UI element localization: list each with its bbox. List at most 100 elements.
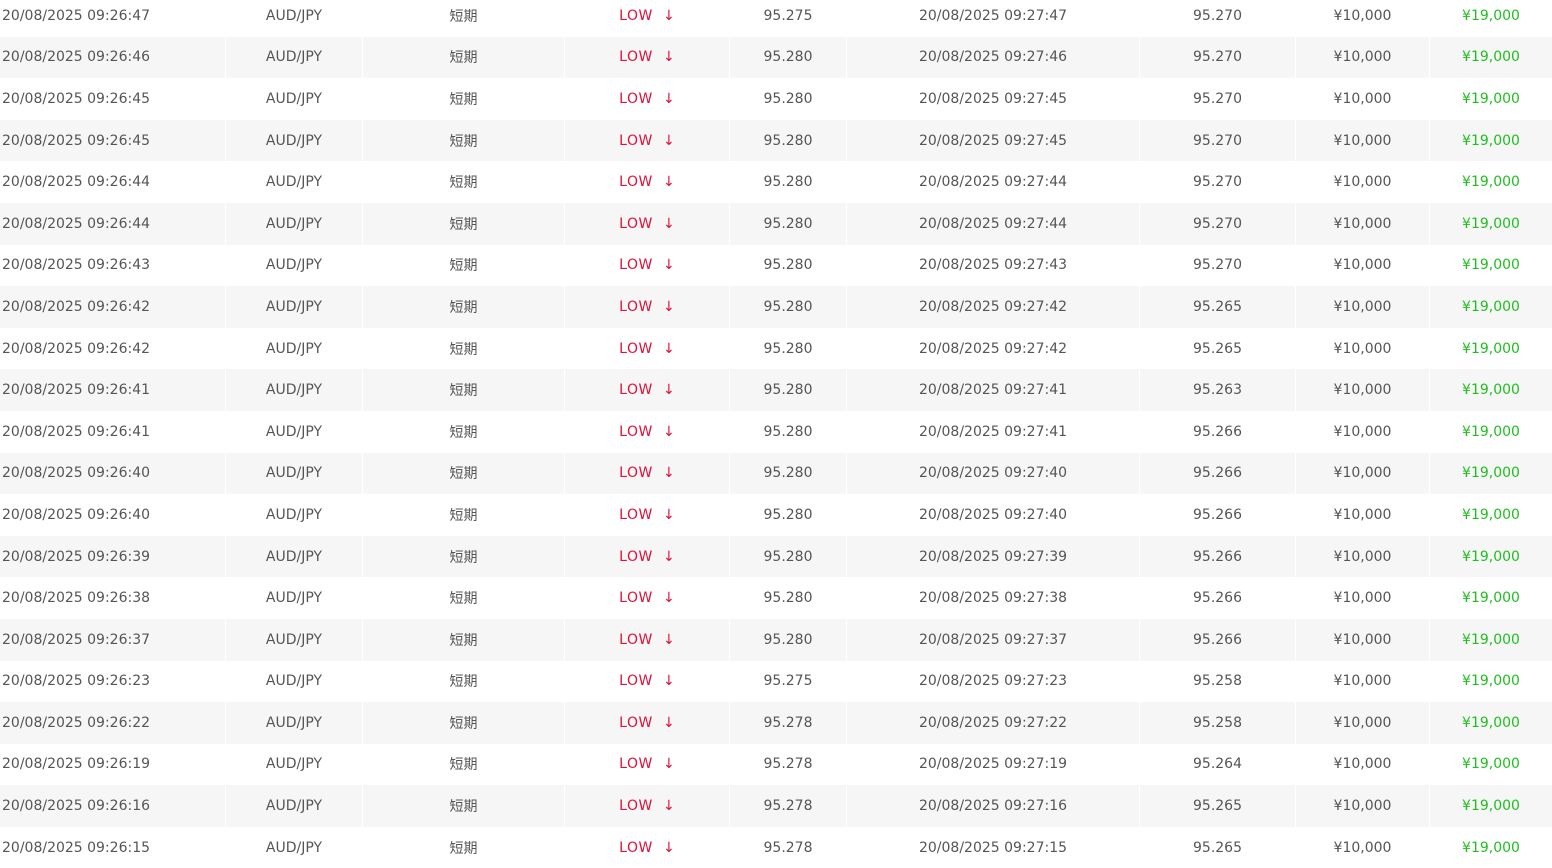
- open-time: 20/08/2025 09:26:23: [2, 673, 151, 690]
- open-time: 20/08/2025 09:26:46: [2, 49, 151, 66]
- close-time-cell: 20/08/2025 09:27:43: [847, 244, 1140, 287]
- currency-pair-cell: AUD/JPY: [226, 78, 363, 120]
- payout-amount: ¥19,000: [1462, 714, 1520, 731]
- close-time: 20/08/2025 09:27:44: [918, 215, 1068, 232]
- close-time: 20/08/2025 09:27:22: [918, 714, 1068, 731]
- arrow-down-icon: ↓: [662, 298, 675, 315]
- arrow-down-icon: ↓: [662, 673, 675, 690]
- trade-amount: ¥10,000: [1333, 714, 1392, 731]
- trade-amount: ¥10,000: [1333, 257, 1392, 274]
- direction-label: LOW: [619, 298, 653, 315]
- trade-amount: ¥10,000: [1333, 673, 1392, 690]
- close-price-cell: 95.258: [1140, 702, 1296, 744]
- currency-pair: AUD/JPY: [265, 673, 323, 690]
- currency-pair-cell: AUD/JPY: [226, 286, 363, 328]
- table-row: 20/08/2025 09:26:19 AUD/JPY 短期 LOW ↓ 95.…: [0, 743, 1552, 786]
- close-time: 20/08/2025 09:27:39: [918, 548, 1068, 565]
- close-time: 20/08/2025 09:27:42: [918, 298, 1068, 315]
- open-time-cell: 20/08/2025 09:26:47: [0, 0, 226, 37]
- close-time: 20/08/2025 09:27:37: [918, 631, 1068, 648]
- currency-pair-cell: AUD/JPY: [226, 119, 363, 162]
- close-price: 95.266: [1193, 465, 1242, 482]
- direction-cell: LOW ↓: [565, 577, 730, 619]
- payout-cell: ¥19,000: [1430, 619, 1552, 661]
- payout-amount: ¥19,000: [1462, 174, 1520, 191]
- close-price-cell: 95.266: [1140, 452, 1296, 495]
- trade-type-cell: 短期: [363, 202, 565, 245]
- open-time-cell: 20/08/2025 09:26:42: [0, 286, 226, 328]
- direction-label: LOW: [619, 382, 653, 399]
- direction-cell: LOW ↓: [565, 452, 730, 495]
- open-price: 95.280: [763, 423, 813, 440]
- payout-cell: ¥19,000: [1430, 536, 1552, 578]
- currency-pair-cell: AUD/JPY: [226, 494, 363, 536]
- direction-cell: LOW ↓: [565, 785, 730, 827]
- direction-label: LOW: [619, 839, 653, 856]
- open-time: 20/08/2025 09:26:44: [2, 174, 151, 191]
- trade-type: 短期: [449, 216, 478, 233]
- arrow-down-icon: ↓: [662, 756, 675, 773]
- table-row: 20/08/2025 09:26:45 AUD/JPY 短期 LOW ↓ 95.…: [0, 119, 1552, 162]
- open-time-cell: 20/08/2025 09:26:38: [0, 577, 226, 619]
- trade-amount: ¥10,000: [1333, 631, 1392, 648]
- open-price: 95.278: [763, 798, 813, 815]
- currency-pair-cell: AUD/JPY: [226, 660, 363, 703]
- open-time-cell: 20/08/2025 09:26:40: [0, 452, 226, 495]
- close-time-cell: 20/08/2025 09:27:47: [847, 0, 1140, 37]
- trade-amount: ¥10,000: [1333, 49, 1392, 66]
- close-price: 95.266: [1193, 631, 1242, 648]
- payout-amount: ¥19,000: [1462, 132, 1520, 149]
- open-price-cell: 95.280: [730, 161, 847, 203]
- close-time-cell: 20/08/2025 09:27:41: [847, 369, 1140, 411]
- open-time: 20/08/2025 09:26:47: [2, 7, 151, 24]
- open-time-cell: 20/08/2025 09:26:16: [0, 785, 226, 827]
- currency-pair: AUD/JPY: [265, 49, 323, 66]
- trade-type-cell: 短期: [363, 161, 565, 203]
- close-price-cell: 95.265: [1140, 327, 1296, 370]
- currency-pair-cell: AUD/JPY: [226, 785, 363, 827]
- currency-pair: AUD/JPY: [265, 132, 323, 149]
- trade-type-cell: 短期: [363, 494, 565, 536]
- open-time-cell: 20/08/2025 09:26:42: [0, 327, 226, 370]
- close-price: 95.263: [1193, 382, 1242, 399]
- open-price-cell: 95.278: [730, 743, 847, 786]
- table-row: 20/08/2025 09:26:41 AUD/JPY 短期 LOW ↓ 95.…: [0, 369, 1552, 411]
- open-price: 95.278: [763, 714, 813, 731]
- close-price: 95.266: [1193, 590, 1242, 607]
- open-time: 20/08/2025 09:26:42: [2, 298, 151, 315]
- close-price-cell: 95.266: [1140, 494, 1296, 536]
- trade-amount: ¥10,000: [1333, 548, 1392, 565]
- currency-pair: AUD/JPY: [265, 423, 323, 440]
- close-time: 20/08/2025 09:27:47: [918, 7, 1068, 24]
- amount-cell: ¥10,000: [1296, 36, 1430, 79]
- payout-cell: ¥19,000: [1430, 411, 1552, 453]
- trade-type: 短期: [449, 258, 478, 275]
- open-price-cell: 95.278: [730, 702, 847, 744]
- table-row: 20/08/2025 09:26:44 AUD/JPY 短期 LOW ↓ 95.…: [0, 202, 1552, 245]
- amount-cell: ¥10,000: [1296, 286, 1430, 328]
- trade-type: 短期: [449, 799, 478, 816]
- table-row: 20/08/2025 09:26:37 AUD/JPY 短期 LOW ↓ 95.…: [0, 618, 1552, 661]
- open-price: 95.275: [763, 673, 813, 690]
- close-price: 95.270: [1193, 174, 1242, 191]
- trade-type: 短期: [449, 50, 478, 67]
- trade-type-cell: 短期: [363, 369, 565, 411]
- payout-cell: ¥19,000: [1430, 577, 1552, 619]
- close-time: 20/08/2025 09:27:42: [918, 340, 1068, 357]
- open-price: 95.280: [763, 257, 813, 274]
- trade-amount: ¥10,000: [1333, 215, 1392, 232]
- payout-amount: ¥19,000: [1462, 590, 1520, 607]
- arrow-down-icon: ↓: [662, 90, 675, 107]
- open-price-cell: 95.280: [730, 202, 847, 245]
- payout-amount: ¥19,000: [1462, 631, 1520, 648]
- direction-cell: LOW ↓: [565, 618, 730, 661]
- direction-cell: LOW ↓: [565, 660, 730, 703]
- currency-pair: AUD/JPY: [265, 257, 323, 274]
- close-price-cell: 95.266: [1140, 410, 1296, 453]
- amount-cell: ¥10,000: [1296, 660, 1430, 703]
- trade-type-cell: 短期: [363, 286, 565, 328]
- currency-pair-cell: AUD/JPY: [226, 0, 363, 37]
- close-price-cell: 95.270: [1140, 36, 1296, 79]
- payout-amount: ¥19,000: [1462, 839, 1520, 856]
- currency-pair-cell: AUD/JPY: [226, 244, 363, 287]
